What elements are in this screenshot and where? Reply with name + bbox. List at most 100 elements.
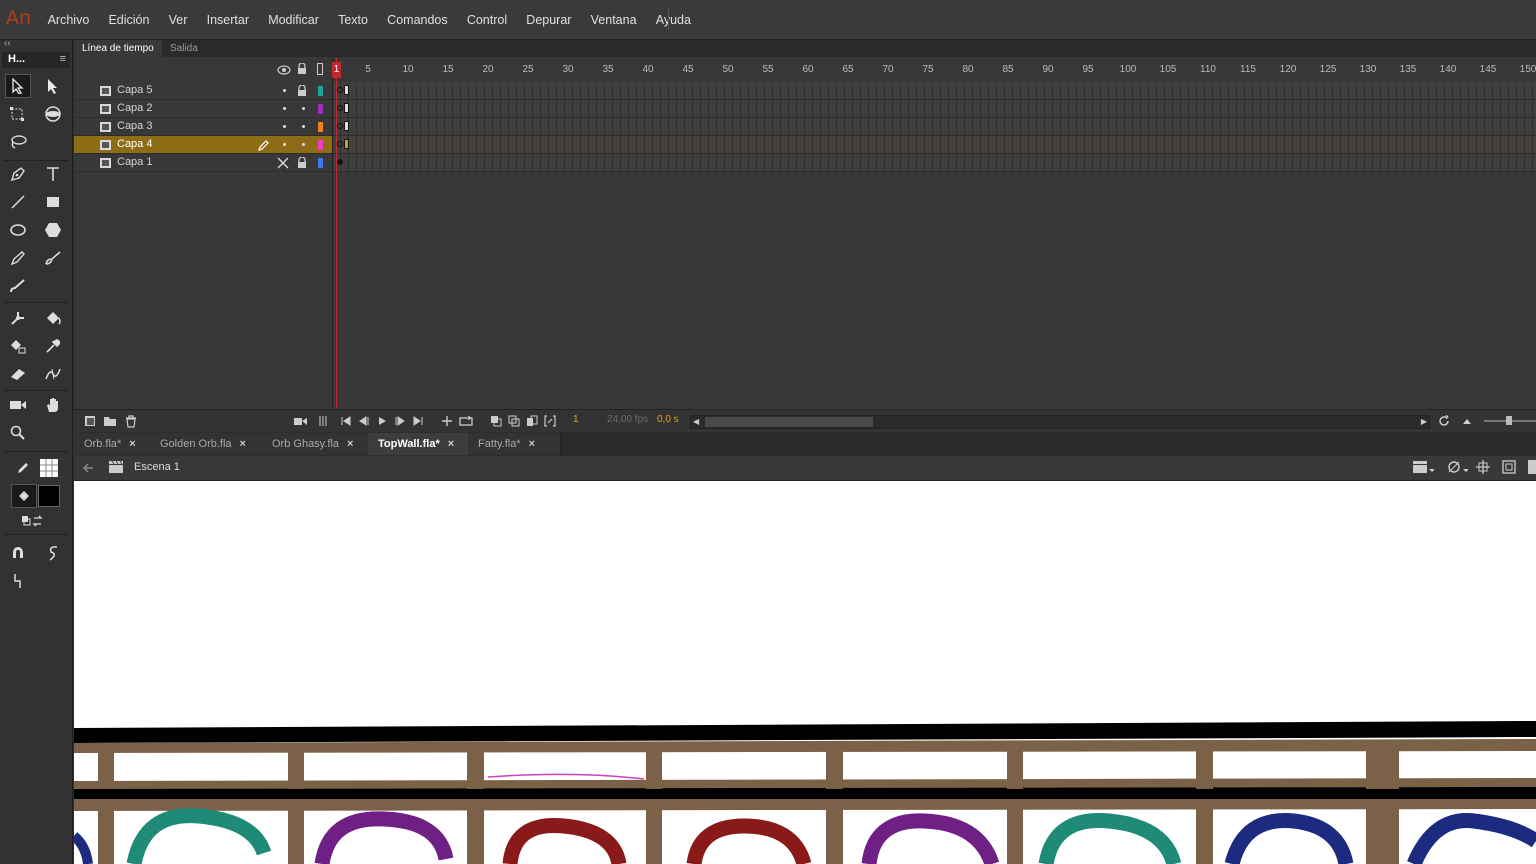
eyedropper-tool-icon[interactable] (40, 334, 66, 358)
frame-end-marker[interactable] (344, 103, 349, 113)
tab-timeline[interactable]: Línea de tiempo (74, 40, 162, 57)
frame-end-marker[interactable] (344, 85, 349, 95)
step-back-icon[interactable] (357, 414, 371, 428)
edit-symbols-icon[interactable] (1446, 460, 1469, 477)
straighten-icon[interactable] (5, 569, 31, 593)
close-tab-icon[interactable]: × (240, 438, 246, 450)
onion-skin-icon[interactable] (489, 414, 503, 428)
frame-ruler[interactable]: 1510152025303540455055606570758085909510… (333, 58, 1536, 82)
layer-color-swatch[interactable] (318, 104, 323, 114)
new-folder-icon[interactable] (103, 414, 117, 428)
loop-icon[interactable] (459, 414, 473, 428)
menu-comandos[interactable]: Comandos (378, 13, 458, 27)
paint-bucket-tool-icon[interactable] (40, 306, 66, 330)
frames-grid[interactable]: 1510152025303540455055606570758085909510… (333, 58, 1536, 408)
collapse-icon[interactable]: ‹‹ (4, 38, 11, 49)
fill-color-bucket-icon[interactable] (11, 484, 37, 508)
keyframe-marker[interactable] (337, 123, 343, 129)
menu-texto[interactable]: Texto (329, 13, 378, 27)
delete-layer-trash-icon[interactable] (124, 414, 138, 428)
snap-magnet-icon[interactable] (5, 541, 31, 565)
current-frame-readout[interactable]: 1 (573, 414, 579, 425)
visibility-dot[interactable] (283, 143, 286, 146)
close-tab-icon[interactable]: × (129, 438, 135, 450)
close-tab-icon[interactable]: × (347, 438, 353, 450)
playhead-frame-number[interactable]: 1 (332, 62, 341, 78)
stroke-color-swatch[interactable] (36, 456, 62, 480)
layer-name[interactable]: Capa 5 (117, 84, 152, 96)
layer-name[interactable]: Capa 4 (117, 138, 152, 150)
lock-icon[interactable] (297, 85, 307, 97)
rectangle-tool-icon[interactable] (40, 190, 66, 214)
zoom-tool-icon[interactable] (5, 421, 31, 445)
lock-all-layers-icon[interactable] (297, 63, 307, 75)
menu-archivo[interactable]: Archivo (38, 13, 99, 27)
frame-row[interactable] (333, 136, 1536, 154)
pencil-tool-icon[interactable] (5, 246, 31, 270)
oval-tool-icon[interactable] (5, 218, 31, 242)
clip-content-icon[interactable] (1502, 460, 1516, 477)
frame-row[interactable] (333, 118, 1536, 136)
panel-menu-icon[interactable]: ≡ (60, 53, 66, 65)
visibility-dot[interactable] (283, 89, 286, 92)
timeline-zoom-slider[interactable] (1484, 416, 1536, 425)
layer-color-swatch[interactable] (318, 86, 323, 96)
ink-bottle-tool-icon[interactable] (5, 334, 31, 358)
text-tool-icon[interactable] (40, 162, 66, 186)
visibility-dot[interactable] (283, 107, 286, 110)
back-arrow-icon[interactable] (82, 462, 94, 476)
timeline-zoom-slider-handle[interactable] (1506, 416, 1512, 425)
scroll-right-icon[interactable]: ▶ (1421, 417, 1427, 426)
layer-row[interactable]: Capa 2 (74, 100, 332, 118)
scroll-left-icon[interactable]: ◀ (691, 417, 699, 426)
lasso-tool-icon[interactable] (5, 130, 31, 154)
zoom-control[interactable] (1528, 460, 1536, 474)
layer-depth-icon[interactable] (316, 414, 330, 428)
menu-insertar[interactable]: Insertar (197, 13, 259, 27)
pen-tool-icon[interactable] (5, 162, 31, 186)
menu-ayuda[interactable]: Ayuda (646, 13, 700, 27)
step-forward-icon[interactable] (393, 414, 407, 428)
free-transform-tool-icon[interactable] (5, 102, 31, 126)
center-frame-icon[interactable] (440, 414, 454, 428)
3d-rotation-tool-icon[interactable] (40, 102, 66, 126)
edit-multiple-frames-icon[interactable] (525, 414, 539, 428)
edit-scene-icon[interactable] (1412, 460, 1435, 477)
menu-modificar[interactable]: Modificar (259, 13, 329, 27)
visibility-dot[interactable] (283, 125, 286, 128)
layer-name[interactable]: Capa 3 (117, 120, 152, 132)
close-tab-icon[interactable]: × (448, 438, 454, 450)
go-to-first-frame-icon[interactable] (339, 414, 353, 428)
document-tab[interactable]: Orb.fla* × (74, 433, 159, 455)
zoom-timeline-icon[interactable] (1460, 414, 1474, 428)
selection-tool-icon[interactable] (5, 74, 31, 98)
menu-control[interactable]: Control (457, 13, 516, 27)
refresh-icon[interactable] (1437, 414, 1451, 428)
fill-color-swatch[interactable] (36, 484, 62, 508)
scene-name[interactable]: Escena 1 (134, 461, 180, 473)
smooth-icon[interactable] (40, 541, 66, 565)
layer-row[interactable]: Capa 1 (74, 154, 332, 172)
layer-color-swatch[interactable] (318, 158, 323, 168)
frame-row[interactable] (333, 82, 1536, 100)
layer-color-swatch[interactable] (318, 140, 323, 150)
lock-dot[interactable] (302, 143, 305, 146)
lock-icon[interactable] (297, 157, 307, 169)
camera-icon[interactable] (294, 414, 308, 428)
keyframe-marker[interactable] (337, 159, 343, 165)
bone-tool-icon[interactable] (5, 306, 31, 330)
frame-row[interactable] (333, 154, 1536, 172)
keyframe-marker[interactable] (337, 141, 343, 147)
camera-tool-icon[interactable] (5, 393, 31, 417)
layer-row[interactable]: Capa 3 (74, 118, 332, 136)
frame-row[interactable] (333, 100, 1536, 118)
line-tool-icon[interactable] (5, 190, 31, 214)
menu-ver[interactable]: Ver (159, 13, 197, 27)
eraser-tool-icon[interactable] (5, 362, 31, 386)
playhead-line[interactable] (336, 58, 337, 408)
new-layer-icon[interactable] (83, 414, 97, 428)
layer-name[interactable]: Capa 2 (117, 102, 152, 114)
tools-panel-tab[interactable]: H... ≡ (2, 52, 70, 68)
subselection-tool-icon[interactable] (40, 74, 66, 98)
horizontal-scrollbar[interactable]: ◀ ▶ (690, 415, 1430, 429)
